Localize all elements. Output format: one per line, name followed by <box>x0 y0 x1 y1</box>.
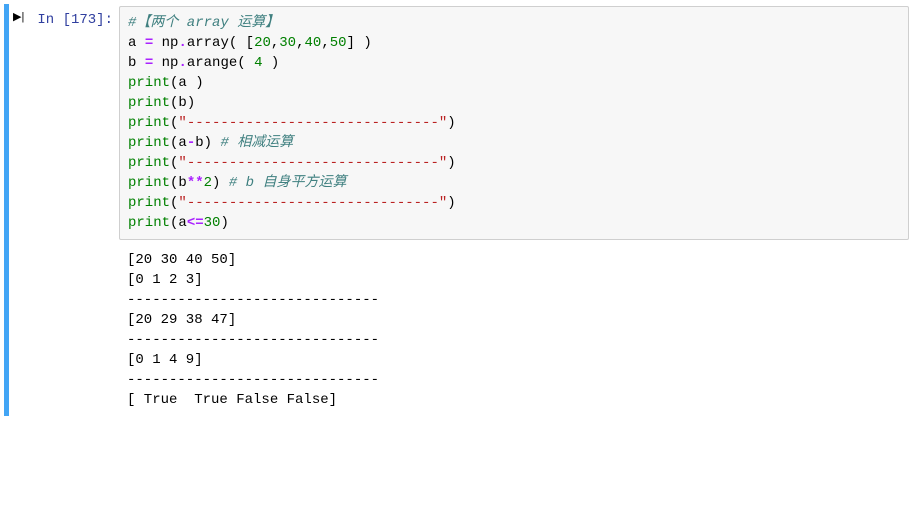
code-builtin: print <box>128 95 170 111</box>
code-number: 30 <box>279 35 296 51</box>
code-number: 50 <box>330 35 347 51</box>
code-builtin: print <box>128 215 170 231</box>
code-token: (b <box>170 175 187 191</box>
code-token: array( [ <box>187 35 254 51</box>
code-comment: # 相减运算 <box>220 135 293 151</box>
code-builtin: print <box>128 155 170 171</box>
output-line: [ True True False False] <box>127 392 337 408</box>
output-line: ------------------------------ <box>127 372 379 388</box>
code-punc: , <box>296 35 304 51</box>
output-line: [20 30 40 50] <box>127 252 236 268</box>
code-token: (a <box>170 135 187 151</box>
code-builtin: print <box>128 75 170 91</box>
code-operator: ** <box>187 175 204 191</box>
code-token: ) <box>447 115 455 131</box>
code-token: a <box>128 35 145 51</box>
output-line: [0 1 4 9] <box>127 352 203 368</box>
code-token: ) <box>447 155 455 171</box>
code-token: (a ) <box>170 75 204 91</box>
code-input[interactable]: #【两个 array 运算】 a = np.array( [20,30,40,5… <box>119 6 909 240</box>
code-token: ) <box>212 175 229 191</box>
code-token: ) <box>220 215 228 231</box>
code-builtin: print <box>128 115 170 131</box>
code-number: 30 <box>204 215 221 231</box>
code-token: ] ) <box>347 35 372 51</box>
code-number: 2 <box>204 175 212 191</box>
code-number: 40 <box>305 35 322 51</box>
output-line: [20 29 38 47] <box>127 312 236 328</box>
code-operator: = <box>145 35 153 51</box>
code-operator: . <box>178 35 186 51</box>
code-builtin: print <box>128 175 170 191</box>
code-string: "------------------------------" <box>178 115 447 131</box>
code-string: "------------------------------" <box>178 155 447 171</box>
code-token: arange( <box>187 55 254 71</box>
code-token: np <box>153 35 178 51</box>
input-prompt: In [173]: <box>27 6 119 414</box>
code-output: [20 30 40 50] [0 1 2 3] ----------------… <box>119 240 909 414</box>
code-number: 20 <box>254 35 271 51</box>
code-token: ) <box>447 195 455 211</box>
run-cell-icon[interactable]: ▶| <box>9 6 27 414</box>
notebook-cell: ▶| In [173]: #【两个 array 运算】 a = np.array… <box>4 4 915 416</box>
code-token: (a <box>170 215 187 231</box>
code-token: (b) <box>170 95 195 111</box>
code-operator: <= <box>187 215 204 231</box>
code-token: b) <box>195 135 220 151</box>
code-comment: # b 自身平方运算 <box>229 175 347 191</box>
code-builtin: print <box>128 135 170 151</box>
code-operator: = <box>145 55 153 71</box>
code-token: b <box>128 55 145 71</box>
code-token: np <box>153 55 178 71</box>
output-line: ------------------------------ <box>127 292 379 308</box>
code-builtin: print <box>128 195 170 211</box>
code-punc: , <box>321 35 329 51</box>
code-operator: . <box>178 55 186 71</box>
cell-content: #【两个 array 运算】 a = np.array( [20,30,40,5… <box>119 6 915 414</box>
code-comment: #【两个 array 运算】 <box>128 15 279 31</box>
output-line: ------------------------------ <box>127 332 379 348</box>
code-string: "------------------------------" <box>178 195 447 211</box>
output-line: [0 1 2 3] <box>127 272 203 288</box>
code-operator: - <box>187 135 195 151</box>
code-token: ) <box>262 55 279 71</box>
